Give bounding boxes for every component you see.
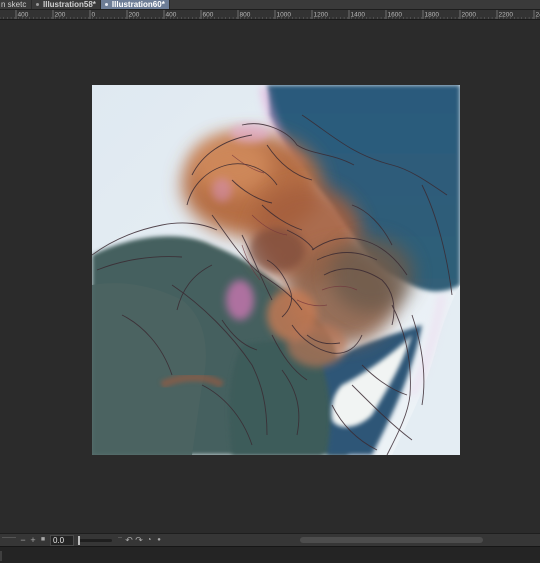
ruler-scale: 400 200 0 200 400 600 800 1000 1200 1400 1600 1800 2…	[0, 10, 540, 19]
canvas-workspace[interactable]	[0, 20, 540, 533]
tab-illustration60[interactable]: Illustration60*	[100, 0, 170, 9]
zoom-slider[interactable]	[78, 535, 112, 545]
ruler-label: 2000	[462, 12, 477, 19]
plus-icon[interactable]: +	[28, 535, 38, 545]
artwork-canvas[interactable]	[92, 85, 460, 455]
ruler-label: 200	[55, 12, 66, 19]
square-icon[interactable]: ■	[38, 535, 48, 545]
ruler-label: 0	[92, 12, 96, 19]
canvas-bottom-toolbar: − + ■ 0.0 ↶ ↷ ◔ ●	[0, 533, 540, 546]
horizontal-ruler: 400 200 0 200 400 600 800 1000 1200 1400 1600 1800 2…	[0, 10, 540, 20]
tab-label: Illustration60*	[111, 0, 165, 9]
ruler-label: 1800	[425, 12, 440, 19]
tab-close-dot-icon[interactable]	[36, 3, 39, 6]
toolbar-separator	[118, 536, 122, 544]
panel-edge	[0, 551, 2, 561]
painting-image	[92, 85, 460, 455]
zoom-slider-knob[interactable]	[78, 535, 80, 545]
paint-app-window: n sketc Illustration58* Illustration60* …	[0, 0, 540, 563]
ruler-label: 1400	[351, 12, 366, 19]
redo-icon[interactable]: ↷	[134, 535, 144, 545]
ruler-label: 1000	[277, 12, 292, 19]
ruler-label: 400	[18, 12, 29, 19]
ruler-label: 2200	[499, 12, 514, 19]
ruler-label: 200	[129, 12, 140, 19]
ruler-label: 1200	[314, 12, 329, 19]
tab-sketch[interactable]: n sketc	[0, 0, 32, 9]
rotate-icon[interactable]: ◔	[144, 535, 154, 545]
ruler-label: 1600	[388, 12, 403, 19]
toolbar-separator	[2, 536, 16, 544]
document-tab-bar: n sketc Illustration58* Illustration60*	[0, 0, 540, 10]
ruler-label: 600	[203, 12, 214, 19]
reset-rotation-icon[interactable]: ●	[154, 535, 164, 545]
ruler-label: 800	[240, 12, 251, 19]
tab-label: Illustration58*	[43, 0, 96, 9]
ruler-label: 400	[166, 12, 177, 19]
minus-icon[interactable]: −	[18, 535, 28, 545]
zoom-value-input[interactable]: 0.0	[50, 534, 74, 546]
horizontal-scrollbar[interactable]	[300, 537, 483, 543]
ruler-label: 24	[536, 12, 540, 19]
tab-close-dot-icon[interactable]	[104, 3, 108, 6]
tab-label: n sketc	[1, 0, 27, 9]
undo-icon[interactable]: ↶	[124, 535, 134, 545]
status-strip	[0, 546, 540, 563]
tab-illustration58[interactable]: Illustration58*	[32, 0, 101, 9]
